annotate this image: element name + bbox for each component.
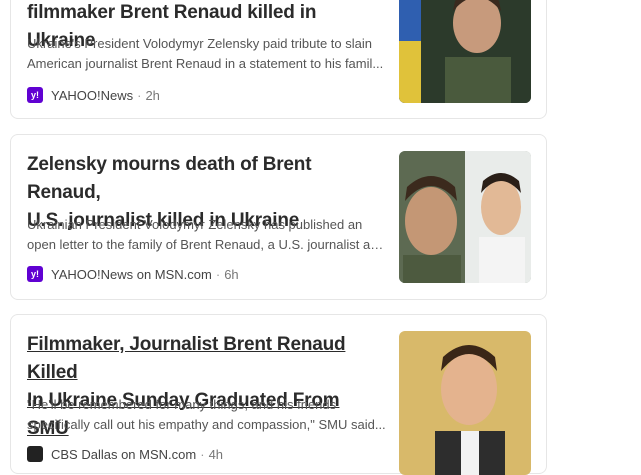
article-thumbnail[interactable] (399, 0, 531, 103)
article-source[interactable]: y! YAHOO!News on MSN.com · 6h (27, 266, 239, 282)
source-name: YAHOO!News (51, 87, 134, 103)
article-snippet: Ukraine's President Volodymyr Zelensky p… (27, 36, 384, 71)
source-name: YAHOO!News on MSN.com (51, 266, 212, 282)
source-name: CBS Dallas on MSN.com (51, 446, 197, 462)
news-card[interactable]: Zelensky mourns death of Brent Renaud, U… (10, 134, 547, 300)
article-snippet: "He'll be remembered for many things, an… (27, 397, 386, 432)
separator: · (215, 266, 221, 282)
timestamp: 2h (145, 87, 160, 103)
article-thumbnail[interactable] (399, 331, 531, 475)
article-thumbnail[interactable] (399, 151, 531, 283)
article-snippet: Ukrainian President Volodymyr Zelensky h… (27, 217, 387, 252)
news-card[interactable]: filmmaker Brent Renaud killed in Ukraine… (10, 0, 547, 119)
timestamp: 6h (224, 266, 239, 282)
yahoo-news-icon: y! (27, 87, 43, 103)
cbs-dallas-icon (27, 446, 43, 462)
news-card[interactable]: Filmmaker, Journalist Brent Renaud Kille… (10, 314, 547, 475)
article-source[interactable]: CBS Dallas on MSN.com · 4h (27, 446, 223, 462)
article-source[interactable]: y! YAHOO!News · 2h (27, 87, 160, 103)
yahoo-news-icon: y! (27, 266, 43, 282)
separator: · (200, 446, 205, 462)
separator: · (137, 87, 142, 103)
timestamp: 4h (208, 446, 224, 462)
